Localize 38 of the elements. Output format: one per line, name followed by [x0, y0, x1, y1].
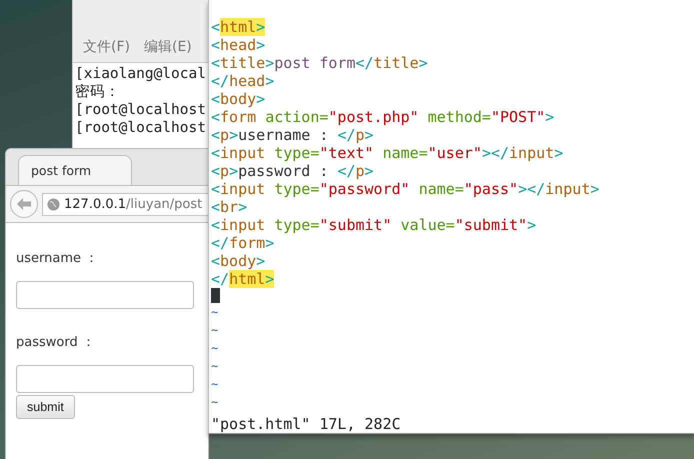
code-line: <head>: [211, 36, 266, 54]
input-field[interactable]: [16, 365, 194, 393]
menu-item[interactable]: 文件(F): [83, 38, 130, 56]
status-line: "post.html" 17L, 282C: [211, 415, 402, 433]
code-line: <body>: [211, 252, 266, 270]
code-line: <p>password : </p>: [211, 162, 375, 180]
code-line: <br>: [211, 198, 248, 216]
empty-line-marker: ~: [211, 376, 220, 393]
submit-button[interactable]: submit: [16, 395, 75, 419]
code-line: <html>: [211, 18, 266, 36]
empty-line-marker: ~: [211, 322, 220, 339]
terminal-line: [root@localhost: [75, 119, 206, 137]
code-line: <input type="submit" value="submit">: [211, 216, 538, 234]
code-line: <input type="text" name="user"></input>: [211, 144, 564, 162]
empty-line-marker: ~: [211, 304, 220, 321]
browser-tab[interactable]: post form: [18, 155, 132, 185]
code-line: <input type="password" name="pass"></input>: [211, 180, 600, 198]
empty-line-marker: ~: [211, 340, 220, 357]
field-label: password ：: [16, 334, 95, 351]
code-line: </html>: [211, 270, 276, 288]
menu-item[interactable]: 编辑(E): [144, 38, 192, 56]
back-arrow-icon: [16, 197, 32, 211]
code-line: </form>: [211, 234, 276, 252]
code-line: <body>: [211, 90, 266, 108]
field-label: username ：: [16, 250, 98, 267]
code-line: <p>username : </p>: [211, 126, 375, 144]
empty-line-marker: ~: [211, 394, 220, 411]
terminal-line: 密码：: [75, 83, 120, 101]
code-line: <title>post form</title>: [211, 54, 429, 72]
code-line: </head>: [211, 72, 276, 90]
input-field[interactable]: [16, 281, 194, 309]
empty-line-marker: ~: [211, 358, 220, 375]
terminal-line: [xiaolang@local: [75, 65, 206, 83]
text-cursor: [211, 288, 220, 303]
terminal-line: [root@localhost: [75, 101, 206, 119]
address-field[interactable]: 127.0.0.1/liuyan/post: [42, 192, 208, 216]
code-line: <form action="post.php" method="POST">: [211, 108, 556, 126]
back-button[interactable]: [10, 190, 38, 218]
